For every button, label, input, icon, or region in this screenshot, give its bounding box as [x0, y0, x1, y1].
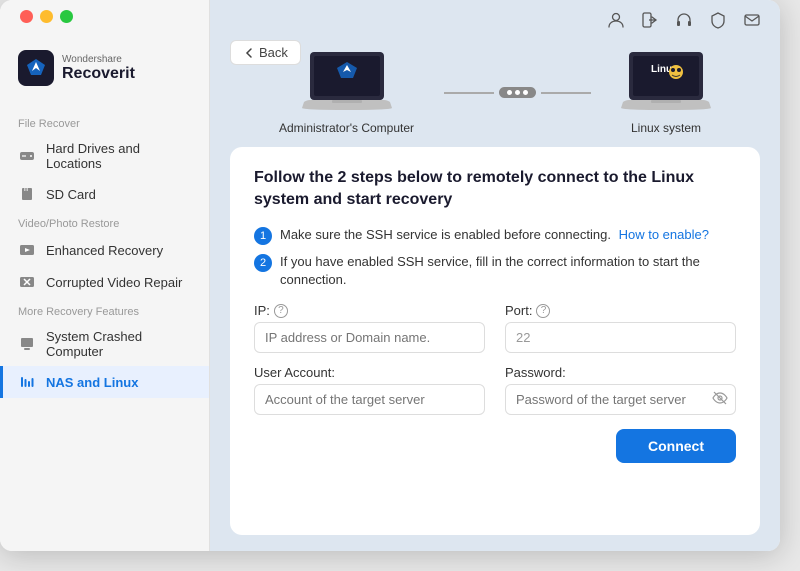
port-input[interactable]	[505, 322, 736, 353]
user-account-field-group: User Account:	[254, 365, 485, 415]
step-1: 1 Make sure the SSH service is enabled b…	[254, 226, 736, 245]
step-2-text: If you have enabled SSH service, fill in…	[280, 253, 736, 289]
user-icon[interactable]	[606, 10, 626, 30]
traffic-light-minimize[interactable]	[40, 10, 53, 23]
app-logo-icon	[18, 50, 54, 86]
sidebar: Wondershare Recoverit File Recover Hard …	[0, 0, 210, 551]
connection-line	[444, 87, 591, 98]
section-label-video-photo: Video/Photo Restore	[0, 210, 209, 234]
sdcard-icon	[18, 185, 36, 203]
user-account-input[interactable]	[254, 384, 485, 415]
mail-icon[interactable]	[742, 10, 762, 30]
main-content: Back	[210, 0, 780, 551]
logo-text: Wondershare Recoverit	[62, 54, 135, 83]
sidebar-item-label-enhanced: Enhanced Recovery	[46, 243, 163, 258]
sidebar-item-label-system: System Crashed Computer	[46, 329, 191, 359]
password-label: Password:	[505, 365, 736, 380]
corrupted-video-icon	[18, 273, 36, 291]
back-button[interactable]: Back	[230, 40, 301, 65]
connect-row: Connect	[254, 429, 736, 463]
signin-icon[interactable]	[640, 10, 660, 30]
connect-button[interactable]: Connect	[616, 429, 736, 463]
back-label: Back	[259, 45, 288, 60]
port-label: Port: ?	[505, 303, 736, 318]
linux-label: Linux system	[631, 121, 701, 135]
nas-linux-icon	[18, 373, 36, 391]
password-toggle-icon[interactable]	[712, 390, 728, 409]
password-input-wrap	[505, 384, 736, 415]
sidebar-item-label-sd-card: SD Card	[46, 187, 96, 202]
ip-label: IP: ?	[254, 303, 485, 318]
step-1-text: Make sure the SSH service is enabled bef…	[280, 226, 709, 244]
sidebar-item-label-hard-drives: Hard Drives and Locations	[46, 141, 191, 171]
sidebar-item-hard-drives[interactable]: Hard Drives and Locations	[0, 134, 209, 178]
dot-1	[507, 90, 512, 95]
ip-field-group: IP: ?	[254, 303, 485, 353]
form-fields: IP: ? Port: ?	[254, 303, 736, 415]
ip-hint-icon[interactable]: ?	[274, 304, 288, 318]
sidebar-item-label-nas: NAS and Linux	[46, 375, 138, 390]
password-field-group: Password:	[505, 365, 736, 415]
how-to-enable-link[interactable]: How to enable?	[619, 227, 709, 242]
step-2-num: 2	[254, 254, 272, 272]
user-account-label: User Account:	[254, 365, 485, 380]
system-crashed-icon	[18, 335, 36, 353]
step-1-num: 1	[254, 227, 272, 245]
sidebar-item-label-corrupted: Corrupted Video Repair	[46, 275, 182, 290]
sidebar-item-sd-card[interactable]: SD Card	[0, 178, 209, 210]
linux-laptop-svg: Linux	[621, 50, 711, 115]
form-title: Follow the 2 steps below to remotely con…	[254, 167, 736, 212]
form-card: Follow the 2 steps below to remotely con…	[230, 147, 760, 535]
sidebar-item-nas-linux[interactable]: NAS and Linux	[0, 366, 209, 398]
traffic-light-close[interactable]	[20, 10, 33, 23]
line-left	[444, 92, 494, 94]
traffic-light-maximize[interactable]	[60, 10, 73, 23]
sidebar-item-system-crashed[interactable]: System Crashed Computer	[0, 322, 209, 366]
port-hint-icon[interactable]: ?	[536, 304, 550, 318]
section-label-more-features: More Recovery Features	[0, 298, 209, 322]
ip-input[interactable]	[254, 322, 485, 353]
logo-app: Recoverit	[62, 65, 135, 83]
admin-laptop-svg	[302, 50, 392, 115]
headphone-icon[interactable]	[674, 10, 694, 30]
topbar	[210, 0, 780, 40]
step-2: 2 If you have enabled SSH service, fill …	[254, 253, 736, 289]
hdd-icon	[18, 147, 36, 165]
logo-brand: Wondershare	[62, 54, 135, 65]
admin-label: Administrator's Computer	[279, 121, 414, 135]
shield-icon[interactable]	[708, 10, 728, 30]
sidebar-item-corrupted-video[interactable]: Corrupted Video Repair	[0, 266, 209, 298]
password-input[interactable]	[505, 384, 736, 415]
dot-3	[523, 90, 528, 95]
sidebar-logo: Wondershare Recoverit	[0, 50, 209, 110]
dot-2	[515, 90, 520, 95]
sidebar-item-enhanced-recovery[interactable]: Enhanced Recovery	[0, 234, 209, 266]
connection-dots	[499, 87, 536, 98]
section-label-file-recover: File Recover	[0, 110, 209, 134]
enhanced-recovery-icon	[18, 241, 36, 259]
linux-computer: Linux Linux system	[621, 50, 711, 135]
port-field-group: Port: ?	[505, 303, 736, 353]
line-right	[541, 92, 591, 94]
